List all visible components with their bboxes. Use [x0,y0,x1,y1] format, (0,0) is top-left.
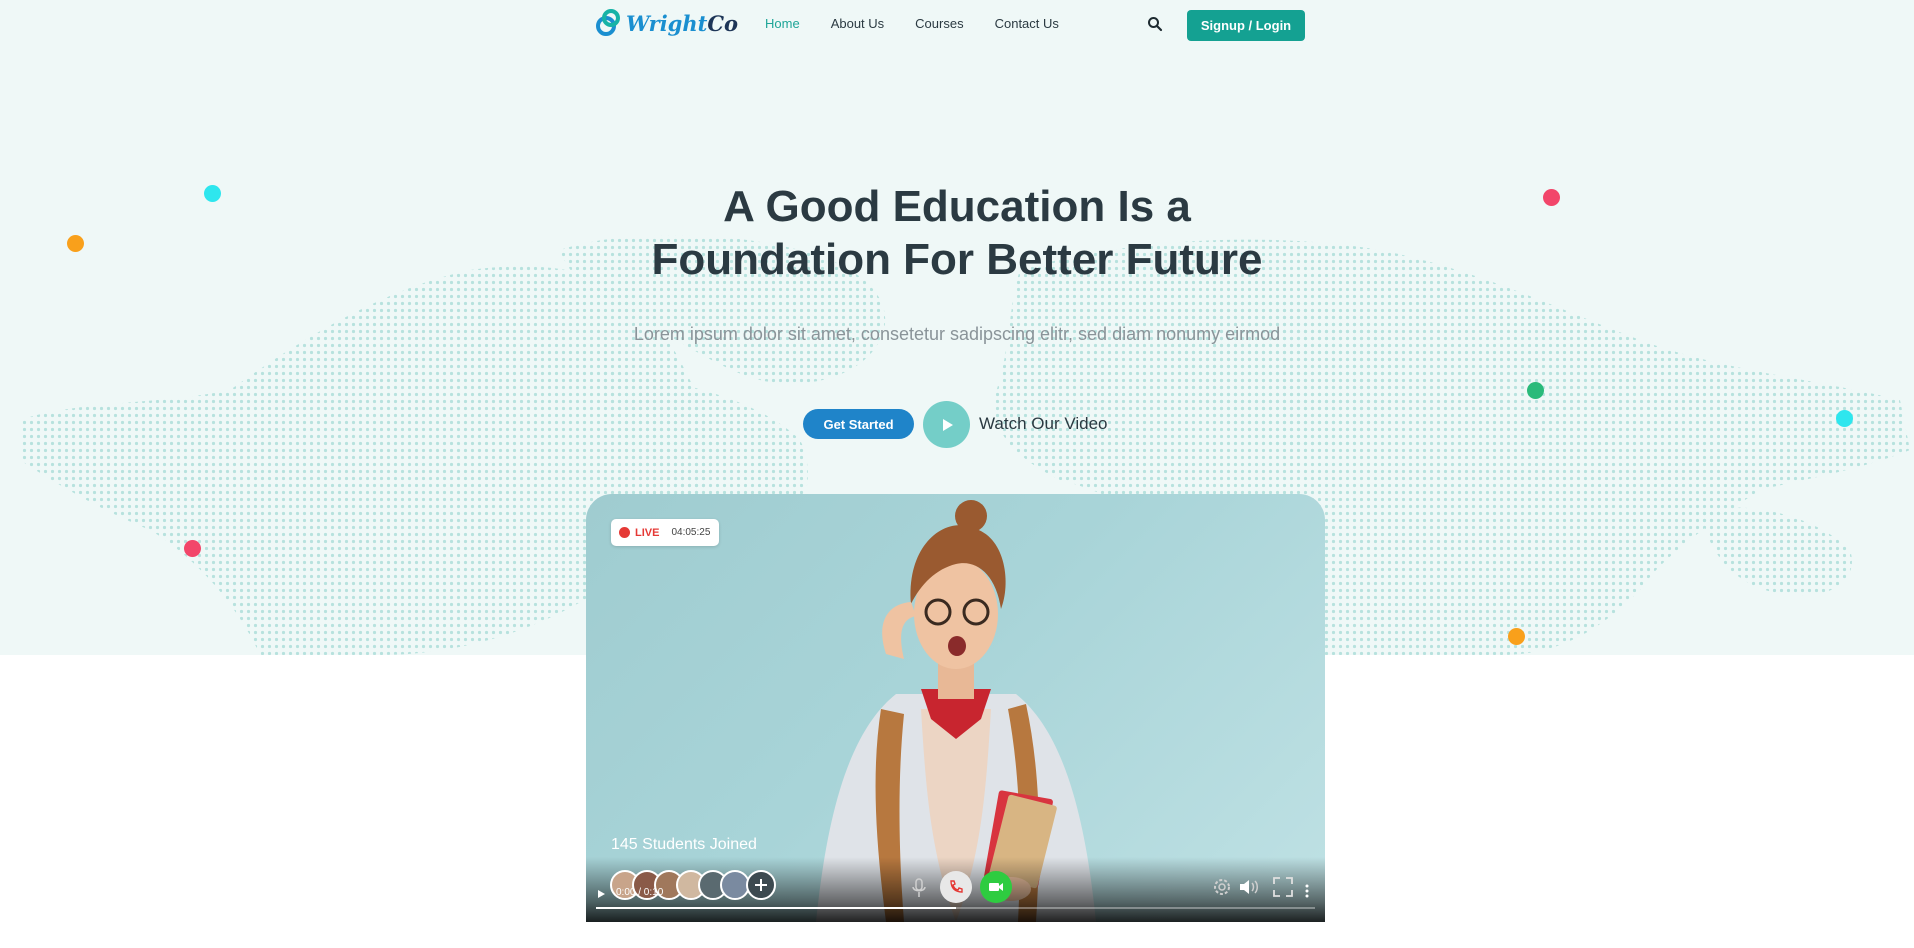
hero-subtitle: Lorem ipsum dolor sit amet, consetetur s… [633,324,1281,344]
hero-title-line-1: A Good Education Is a [723,182,1191,231]
video-time-display: 0:00 / 0:10 [616,887,664,898]
camera-icon [989,883,1003,891]
logo[interactable]: WrightCo [596,6,738,40]
logo-text: WrightCo [626,11,738,36]
settings-icon[interactable] [1211,876,1233,898]
play-icon [942,418,953,431]
decor-dot-green [1527,382,1544,399]
more-icon[interactable] [1304,883,1310,899]
live-badge: LIVE 04:05:25 [611,519,719,546]
decor-dot-cyan-right [1836,410,1853,427]
hero-title-line-2: Foundation For Better Future [651,235,1263,284]
nav-contact-us[interactable]: Contact Us [995,16,1059,31]
live-indicator-dot [619,527,630,538]
mic-icon[interactable] [912,878,926,898]
add-student-button[interactable] [746,870,776,900]
nav-links: Home About Us Courses Contact Us [765,16,1090,31]
play-icon[interactable] [596,889,606,899]
decor-dot-orange [67,235,84,252]
decor-dot-cyan [204,185,221,202]
nav-about-us[interactable]: About Us [831,16,884,31]
hero-title: A Good Education Is a Foundation For Bet… [557,180,1357,286]
fullscreen-icon[interactable] [1272,876,1294,898]
decor-dot-pink [1543,189,1560,206]
camera-button[interactable] [980,871,1012,903]
video-progress-bar[interactable] [596,907,1315,909]
volume-icon[interactable] [1238,878,1260,896]
plus-icon [755,879,767,891]
logo-text-main: Wright [626,10,708,36]
signup-login-button[interactable]: Signup / Login [1187,10,1305,41]
live-timer: 04:05:25 [671,527,711,538]
decor-dot-orange-right [1508,628,1525,645]
video-progress-fill [596,907,956,909]
search-icon[interactable] [1147,16,1163,32]
nav-home[interactable]: Home [765,16,800,31]
decor-dot-pink-left [184,540,201,557]
logo-text-suffix: Co [707,10,739,36]
watch-video-link[interactable]: Watch Our Video [979,414,1108,434]
watch-video-play-button[interactable] [923,401,970,448]
top-navigation: WrightCo Home About Us Courses Contact U… [0,0,1914,50]
get-started-button[interactable]: Get Started [803,409,914,439]
phone-icon [950,880,963,893]
nav-courses[interactable]: Courses [915,16,963,31]
video-player[interactable]: LIVE 04:05:25 145 Students Joined 0:00 /… [586,494,1325,922]
logo-icon [596,9,620,36]
end-call-button[interactable] [940,871,972,903]
live-label: LIVE [635,526,660,539]
students-joined-text: 145 Students Joined [611,836,757,853]
